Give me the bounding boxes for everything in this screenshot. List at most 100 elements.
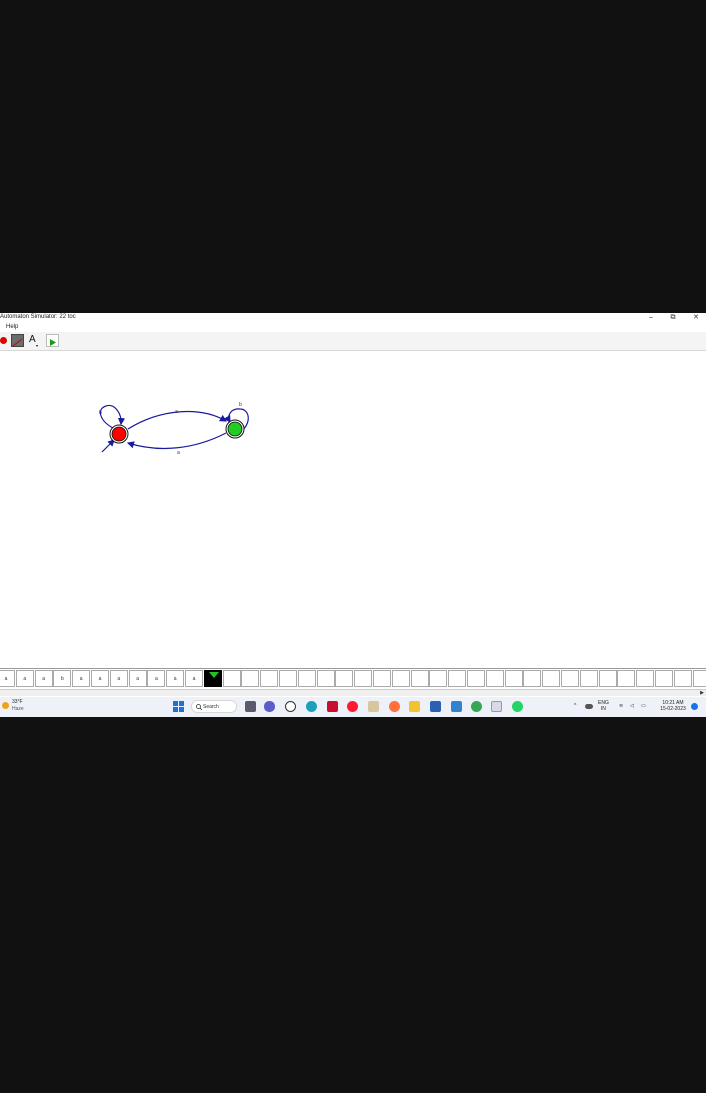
- tape-cell[interactable]: a: [91, 670, 109, 687]
- automaton-canvas[interactable]: b a b a: [0, 351, 706, 669]
- notepad-icon[interactable]: [451, 701, 462, 712]
- tape-cell-blank[interactable]: [504, 670, 523, 687]
- chevron-down-icon: ▾: [36, 343, 39, 348]
- text-a-icon: A: [29, 334, 36, 345]
- show-hidden-icons[interactable]: ^: [574, 703, 576, 709]
- label-q1-q1: b: [239, 402, 242, 408]
- play-icon: [50, 339, 56, 346]
- tape-cell-blank[interactable]: [241, 670, 260, 687]
- tape-head-cell[interactable]: [203, 670, 222, 687]
- tape-cell-blank[interactable]: [542, 670, 561, 687]
- state-tool-button[interactable]: [0, 334, 10, 347]
- tape-cell-blank[interactable]: [636, 670, 655, 687]
- run-button[interactable]: [46, 334, 59, 347]
- tape-cell[interactable]: b: [53, 670, 72, 687]
- toolbar: A ▾: [0, 332, 706, 351]
- tape-cell-blank[interactable]: [410, 670, 429, 687]
- clock[interactable]: 10:21 AM 15-02-2023: [654, 700, 692, 712]
- label-q1-q0: a: [177, 450, 180, 456]
- red-dot-icon: [0, 337, 7, 344]
- wifi-icon[interactable]: ≋: [619, 703, 623, 709]
- notification-icon[interactable]: [691, 703, 698, 710]
- window-title: Automaton Simulator: 22 toc: [0, 314, 76, 320]
- tape-cell-blank[interactable]: [655, 670, 673, 687]
- weather-condition[interactable]: Haze: [12, 706, 24, 712]
- tape-cell[interactable]: a: [72, 670, 91, 687]
- tape-head-arrow-icon: [208, 672, 219, 678]
- tape-cell[interactable]: a: [128, 670, 147, 687]
- language-line2: IN: [600, 706, 606, 712]
- transition-icon: [12, 338, 23, 347]
- firefox-icon[interactable]: [389, 701, 400, 712]
- dell-icon[interactable]: [285, 701, 296, 712]
- store-icon[interactable]: [368, 701, 379, 712]
- tape-cell-blank[interactable]: [485, 670, 504, 687]
- volume-icon[interactable]: ◁: [630, 703, 634, 709]
- horizontal-scrollbar[interactable]: ▶: [0, 689, 706, 696]
- language-indicator[interactable]: ENG IN: [598, 700, 609, 712]
- tape-cell-blank[interactable]: [467, 670, 485, 687]
- state-q1[interactable]: [225, 419, 245, 439]
- tape-cell-blank[interactable]: [523, 670, 542, 687]
- clock-date: 15-02-2023: [660, 706, 686, 712]
- tape-cell-blank[interactable]: [617, 670, 636, 687]
- tape-cell-blank[interactable]: [279, 670, 297, 687]
- taskbar-search[interactable]: Search: [191, 700, 237, 713]
- windows-start-icon[interactable]: [173, 701, 184, 712]
- chrome-icon[interactable]: [471, 701, 482, 712]
- weather-temperature[interactable]: 33°F: [12, 699, 23, 705]
- title-bar[interactable]: Automaton Simulator: 22 toc – ⧉ ✕: [0, 313, 706, 323]
- tape-cell-blank[interactable]: [692, 670, 706, 687]
- tape-cell[interactable]: a: [0, 670, 15, 687]
- tape-cell-blank[interactable]: [561, 670, 579, 687]
- tape-cell[interactable]: a: [166, 670, 185, 687]
- tape-cell-blank[interactable]: [373, 670, 391, 687]
- tape-cell-blank[interactable]: [673, 670, 692, 687]
- tape-cell-blank[interactable]: [598, 670, 617, 687]
- taskbar: 33°F Haze Search ^ ENG IN ≋ ◁ ▭ 10:21 AM…: [0, 697, 706, 717]
- tape-cell-blank[interactable]: [448, 670, 467, 687]
- label-tool-button[interactable]: A ▾: [27, 334, 40, 348]
- onedrive-icon[interactable]: [585, 704, 593, 709]
- mcafee-icon[interactable]: [327, 701, 338, 712]
- menu-bar: Help: [0, 323, 706, 332]
- tape-cell-blank[interactable]: [579, 670, 598, 687]
- tape-cell-blank[interactable]: [354, 670, 373, 687]
- installer-icon[interactable]: [491, 701, 502, 712]
- tape-cell[interactable]: a: [34, 670, 53, 687]
- tape-cell-blank[interactable]: [297, 670, 316, 687]
- tape-cell-blank[interactable]: [391, 670, 410, 687]
- tape-cell[interactable]: a: [15, 670, 34, 687]
- word-icon[interactable]: [430, 701, 441, 712]
- tape-cell[interactable]: a: [147, 670, 166, 687]
- start-arrow: [101, 439, 115, 453]
- tape-cell-blank[interactable]: [222, 670, 241, 687]
- state-q0[interactable]: [109, 424, 129, 444]
- weather-haze-icon: [2, 702, 9, 709]
- edge-icon[interactable]: [306, 701, 317, 712]
- tape-cell[interactable]: a: [109, 670, 128, 687]
- battery-icon[interactable]: ▭: [641, 703, 646, 709]
- tape-cell-blank[interactable]: [335, 670, 354, 687]
- tape-cell-blank[interactable]: [260, 670, 279, 687]
- tape-cell-blank[interactable]: [316, 670, 335, 687]
- tape-cell[interactable]: a: [185, 670, 203, 687]
- file-explorer-icon[interactable]: [409, 701, 420, 712]
- scroll-right-icon[interactable]: ▶: [700, 690, 704, 696]
- simulator-window: Automaton Simulator: 22 toc – ⧉ ✕ Help A…: [0, 313, 706, 697]
- tape-cell-blank[interactable]: [429, 670, 448, 687]
- input-tape[interactable]: aaabaaaaaaa: [0, 668, 706, 690]
- minimize-button[interactable]: –: [645, 313, 657, 323]
- label-q0-q1: a: [175, 409, 178, 415]
- whatsapp-icon[interactable]: [512, 701, 523, 712]
- task-view-icon[interactable]: [245, 701, 256, 712]
- search-label: Search: [203, 704, 219, 710]
- chat-icon[interactable]: [264, 701, 275, 712]
- menu-help[interactable]: Help: [6, 324, 18, 330]
- restore-button[interactable]: ⧉: [667, 313, 679, 323]
- close-button[interactable]: ✕: [690, 313, 702, 323]
- opera-icon[interactable]: [347, 701, 358, 712]
- transition-tool-button[interactable]: [11, 334, 24, 347]
- label-q0-q0: b: [99, 410, 102, 416]
- automaton-diagram: b a b a: [99, 402, 249, 456]
